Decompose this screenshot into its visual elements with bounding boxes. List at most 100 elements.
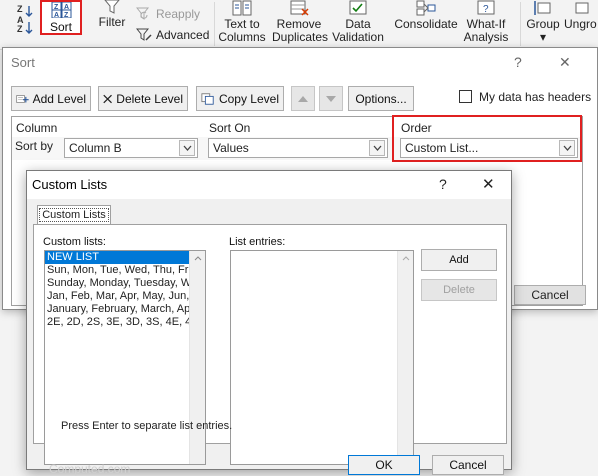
sort-on-select-chevron-down-icon (369, 140, 385, 156)
ok-button[interactable]: OK (348, 455, 420, 475)
list-item[interactable]: 2E, 2D, 2S, 3E, 3D, 3S, 4E, 4D, (45, 316, 191, 329)
group-button[interactable]: Group ▾ (524, 0, 562, 48)
order-highlight-box (392, 115, 582, 162)
delete-button-label: Delete (443, 284, 475, 296)
reapply-button[interactable]: Reapply (136, 7, 200, 21)
list-entries-label: List entries: (229, 236, 286, 248)
sort-cancel-button[interactable]: Cancel (514, 285, 586, 305)
sort-on-select-value: Values (213, 141, 249, 155)
list-item[interactable]: Jan, Feb, Mar, Apr, May, Jun, J (45, 290, 191, 303)
headers-checkbox-label: My data has headers (479, 90, 592, 104)
ungroup-icon (575, 2, 589, 14)
add-level-button[interactable]: Add Level (11, 86, 91, 111)
reapply-icon (136, 7, 150, 20)
text-to-columns-line1: Text to (224, 17, 260, 31)
options-button[interactable]: Options... (348, 86, 414, 111)
sort-az-icon: Z A A Z (51, 1, 73, 19)
advanced-button[interactable]: Advanced (136, 28, 209, 42)
delete-level-label: Delete Level (116, 91, 183, 106)
list-item[interactable]: Sunday, Monday, Tuesday, Wed (45, 277, 191, 290)
add-button[interactable]: Add (421, 249, 497, 271)
custom-lists-listbox[interactable]: NEW LIST Sun, Mon, Tue, Wed, Thu, Fri, S… (44, 250, 206, 465)
delete-level-icon (103, 94, 112, 103)
filter-icon (104, 0, 120, 14)
tab-custom-lists[interactable]: Custom Lists (37, 205, 111, 225)
text-to-columns-icon (232, 0, 252, 16)
column-select-value: Column B (69, 141, 122, 155)
svg-text:Z: Z (17, 4, 23, 14)
column-select-chevron-down-icon (179, 140, 195, 156)
sort-dialog-close-button[interactable]: ✕ (559, 54, 571, 71)
remove-duplicates-line1: Remove (276, 17, 322, 31)
advanced-filter-icon (136, 28, 152, 41)
watermark: Computed.com (49, 462, 131, 476)
ribbon: Z Z A Z A A Z Sort Filter Reapply Advanc… (0, 0, 598, 57)
delete-button[interactable]: Delete (421, 279, 497, 301)
headers-checkbox[interactable] (459, 90, 472, 103)
delete-level-button[interactable]: Delete Level (98, 86, 188, 111)
what-if-analysis-icon: ? (477, 0, 495, 15)
custom-lists-scrollbar[interactable] (189, 251, 205, 464)
advanced-label: Advanced (156, 28, 210, 42)
column-header: Column (16, 121, 58, 135)
custom-lists-close-button[interactable]: ✕ (482, 175, 495, 193)
move-up-icon (298, 95, 308, 102)
ungroup-button[interactable]: Ungro (564, 0, 598, 48)
text-to-columns-line2: Columns (218, 30, 266, 44)
svg-text:Z: Z (64, 12, 69, 18)
svg-text:Z: Z (17, 24, 23, 34)
group-icon (534, 1, 551, 15)
copy-level-icon (201, 92, 214, 105)
filter-button[interactable]: Filter (94, 0, 130, 48)
scroll-up-icon[interactable] (194, 256, 202, 261)
custom-lists-panel: Custom lists: List entries: NEW LIST Sun… (33, 224, 507, 465)
add-button-label: Add (449, 254, 469, 266)
list-item[interactable]: NEW LIST (45, 251, 191, 264)
copy-level-label: Copy Level (218, 91, 279, 106)
list-entries-textbox[interactable] (230, 250, 414, 465)
remove-duplicates-line2: Duplicates (272, 30, 329, 44)
custom-lists-help-button[interactable]: ? (439, 176, 447, 192)
cancel-button[interactable]: Cancel (432, 455, 504, 475)
custom-lists-title: Custom Lists (32, 177, 108, 192)
sort-dialog-title: Sort (11, 55, 35, 70)
ungroup-label: Ungro (564, 17, 597, 31)
list-entries-scrollbar[interactable] (397, 251, 413, 464)
sort-on-select[interactable]: Values (208, 138, 388, 158)
custom-lists-label: Custom lists: (43, 236, 106, 248)
list-item[interactable]: January, February, March, April (45, 303, 191, 316)
move-up-button[interactable] (291, 86, 315, 111)
list-item[interactable]: Sun, Mon, Tue, Wed, Thu, Fri, S (45, 264, 191, 277)
what-if-analysis-button[interactable]: ? What-If Analysis ▾ (460, 0, 512, 57)
data-validation-button[interactable]: Data Validation ▾ (328, 0, 388, 57)
sort-za-icon[interactable]: Z Z A (14, 2, 36, 36)
what-if-line1: What-If (466, 17, 506, 31)
copy-level-button[interactable]: Copy Level (196, 86, 284, 111)
svg-text:?: ? (483, 4, 489, 15)
remove-duplicates-button[interactable]: Remove Duplicates (272, 0, 329, 48)
sort-button-label: Sort (49, 20, 72, 34)
custom-lists-items: NEW LIST Sun, Mon, Tue, Wed, Thu, Fri, S… (45, 251, 191, 329)
sort-dialog-help-button[interactable]: ? (514, 54, 522, 70)
consolidate-icon (416, 0, 436, 16)
sort-button[interactable]: Z A A Z Sort (40, 0, 82, 35)
remove-duplicates-icon (290, 0, 309, 16)
custom-lists-dialog: Custom Lists ? ✕ Custom Lists Custom lis… (26, 170, 512, 476)
column-select[interactable]: Column B (64, 138, 198, 158)
move-down-button[interactable] (319, 86, 343, 111)
svg-text:A: A (54, 12, 59, 18)
data-validation-line1: Data (345, 17, 371, 31)
sort-by-label: Sort by (15, 139, 54, 153)
consolidate-button[interactable]: Consolidate (392, 0, 460, 48)
text-to-columns-button[interactable]: Text to Columns (218, 0, 266, 48)
move-down-icon (326, 95, 336, 102)
separator-hint: Press Enter to separate list entries. (61, 420, 233, 432)
scroll-up-icon[interactable] (402, 256, 410, 261)
reapply-label: Reapply (156, 7, 201, 21)
add-level-label: Add Level (32, 91, 86, 106)
tab-custom-lists-label: Custom Lists (39, 208, 109, 222)
filter-label: Filter (98, 15, 126, 29)
add-level-icon (16, 94, 29, 103)
svg-text:A: A (17, 15, 24, 25)
group-label: Group ▾ (526, 17, 560, 44)
